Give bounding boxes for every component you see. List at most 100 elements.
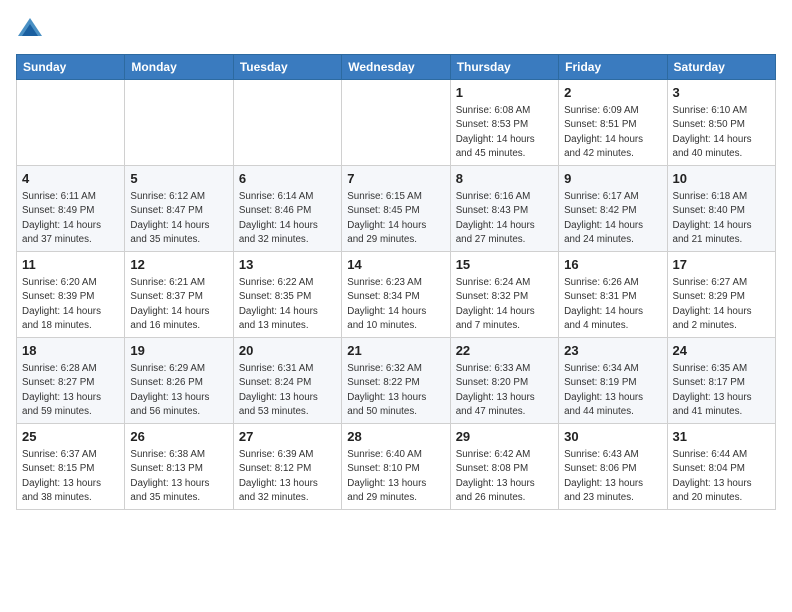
day-number: 10	[673, 170, 770, 188]
day-number: 5	[130, 170, 227, 188]
day-number: 20	[239, 342, 336, 360]
day-number: 6	[239, 170, 336, 188]
logo	[16, 16, 48, 44]
day-info: Sunrise: 6:14 AM Sunset: 8:46 PM Dayligh…	[239, 190, 336, 247]
day-info: Sunrise: 6:29 AM Sunset: 8:26 PM Dayligh…	[130, 362, 227, 419]
calendar-cell: 29Sunrise: 6:42 AM Sunset: 8:08 PM Dayli…	[450, 424, 558, 510]
day-number: 9	[564, 170, 661, 188]
week-row-4: 25Sunrise: 6:37 AM Sunset: 8:15 PM Dayli…	[17, 424, 776, 510]
weekday-header-saturday: Saturday	[667, 55, 775, 80]
day-number: 28	[347, 428, 444, 446]
day-number: 8	[456, 170, 553, 188]
week-row-3: 18 Sunrise: 6:28 AM Sunset: 8:27 PM Dayli…	[17, 338, 776, 424]
logo-icon	[16, 16, 44, 44]
day-number: 2	[564, 84, 661, 102]
calendar-cell: 5 Sunrise: 6:12 AM Sunset: 8:47 PM Daylig…	[125, 166, 233, 252]
day-number: 14	[347, 256, 444, 274]
day-number: 18	[22, 342, 119, 360]
day-info: Sunrise: 6:40 AM Sunset: 8:10 PM Dayligh…	[347, 448, 444, 505]
day-info: Sunrise: 6:39 AM Sunset: 8:12 PM Dayligh…	[239, 448, 336, 505]
day-number: 17	[673, 256, 770, 274]
day-number: 4	[22, 170, 119, 188]
day-number: 19	[130, 342, 227, 360]
weekday-header-thursday: Thursday	[450, 55, 558, 80]
day-info: Sunrise: 6:10 AM Sunset: 8:50 PM Dayligh…	[673, 104, 770, 161]
day-info: Sunrise: 6:28 AM Sunset: 8:27 PM Dayligh…	[22, 362, 119, 419]
day-number: 1	[456, 84, 553, 102]
weekday-header-friday: Friday	[559, 55, 667, 80]
calendar-cell: 9 Sunrise: 6:17 AM Sunset: 8:42 PM Daylig…	[559, 166, 667, 252]
day-info: Sunrise: 6:44 AM Sunset: 8:04 PM Dayligh…	[673, 448, 770, 505]
day-info: Sunrise: 6:16 AM Sunset: 8:43 PM Dayligh…	[456, 190, 553, 247]
calendar-cell: 17 Sunrise: 6:27 AM Sunset: 8:29 PM Dayli…	[667, 252, 775, 338]
calendar-cell: 12 Sunrise: 6:21 AM Sunset: 8:37 PM Dayli…	[125, 252, 233, 338]
weekday-header-monday: Monday	[125, 55, 233, 80]
calendar-cell: 26Sunrise: 6:38 AM Sunset: 8:13 PM Dayli…	[125, 424, 233, 510]
calendar-cell	[17, 80, 125, 166]
day-info: Sunrise: 6:18 AM Sunset: 8:40 PM Dayligh…	[673, 190, 770, 247]
day-number: 7	[347, 170, 444, 188]
day-info: Sunrise: 6:24 AM Sunset: 8:32 PM Dayligh…	[456, 276, 553, 333]
week-row-2: 11 Sunrise: 6:20 AM Sunset: 8:39 PM Dayli…	[17, 252, 776, 338]
day-info: Sunrise: 6:20 AM Sunset: 8:39 PM Dayligh…	[22, 276, 119, 333]
day-number: 3	[673, 84, 770, 102]
day-number: 21	[347, 342, 444, 360]
day-number: 11	[22, 256, 119, 274]
day-info: Sunrise: 6:12 AM Sunset: 8:47 PM Dayligh…	[130, 190, 227, 247]
page: SundayMondayTuesdayWednesdayThursdayFrid…	[0, 0, 792, 612]
calendar-cell: 1 Sunrise: 6:08 AM Sunset: 8:53 PM Daylig…	[450, 80, 558, 166]
calendar-cell: 13Sunrise: 6:22 AM Sunset: 8:35 PM Dayli…	[233, 252, 341, 338]
calendar-cell: 21 Sunrise: 6:32 AM Sunset: 8:22 PM Dayli…	[342, 338, 450, 424]
day-number: 22	[456, 342, 553, 360]
weekday-header-tuesday: Tuesday	[233, 55, 341, 80]
day-number: 27	[239, 428, 336, 446]
calendar-cell: 24Sunrise: 6:35 AM Sunset: 8:17 PM Dayli…	[667, 338, 775, 424]
calendar-cell: 25Sunrise: 6:37 AM Sunset: 8:15 PM Dayli…	[17, 424, 125, 510]
day-number: 23	[564, 342, 661, 360]
weekday-header-sunday: Sunday	[17, 55, 125, 80]
calendar-cell: 19 Sunrise: 6:29 AM Sunset: 8:26 PM Dayli…	[125, 338, 233, 424]
header	[16, 16, 776, 44]
calendar-cell: 23 Sunrise: 6:34 AM Sunset: 8:19 PM Dayli…	[559, 338, 667, 424]
calendar-cell: 10 Sunrise: 6:18 AM Sunset: 8:40 PM Dayli…	[667, 166, 775, 252]
day-info: Sunrise: 6:08 AM Sunset: 8:53 PM Dayligh…	[456, 104, 553, 161]
weekday-header-wednesday: Wednesday	[342, 55, 450, 80]
day-number: 26	[130, 428, 227, 446]
calendar-cell: 16 Sunrise: 6:26 AM Sunset: 8:31 PM Dayli…	[559, 252, 667, 338]
day-number: 15	[456, 256, 553, 274]
calendar-cell: 30Sunrise: 6:43 AM Sunset: 8:06 PM Dayli…	[559, 424, 667, 510]
day-info: Sunrise: 6:32 AM Sunset: 8:22 PM Dayligh…	[347, 362, 444, 419]
calendar-cell: 7 Sunrise: 6:15 AM Sunset: 8:45 PM Daylig…	[342, 166, 450, 252]
day-info: Sunrise: 6:15 AM Sunset: 8:45 PM Dayligh…	[347, 190, 444, 247]
calendar-cell: 28 Sunrise: 6:40 AM Sunset: 8:10 PM Dayli…	[342, 424, 450, 510]
day-number: 12	[130, 256, 227, 274]
day-number: 30	[564, 428, 661, 446]
day-number: 16	[564, 256, 661, 274]
calendar-cell: 22 Sunrise: 6:33 AM Sunset: 8:20 PM Dayli…	[450, 338, 558, 424]
day-info: Sunrise: 6:09 AM Sunset: 8:51 PM Dayligh…	[564, 104, 661, 161]
calendar-cell: 31Sunrise: 6:44 AM Sunset: 8:04 PM Dayli…	[667, 424, 775, 510]
calendar: SundayMondayTuesdayWednesdayThursdayFrid…	[16, 54, 776, 510]
calendar-cell: 11 Sunrise: 6:20 AM Sunset: 8:39 PM Dayli…	[17, 252, 125, 338]
day-info: Sunrise: 6:27 AM Sunset: 8:29 PM Dayligh…	[673, 276, 770, 333]
calendar-cell: 18 Sunrise: 6:28 AM Sunset: 8:27 PM Dayli…	[17, 338, 125, 424]
week-row-0: 1 Sunrise: 6:08 AM Sunset: 8:53 PM Daylig…	[17, 80, 776, 166]
day-info: Sunrise: 6:11 AM Sunset: 8:49 PM Dayligh…	[22, 190, 119, 247]
day-info: Sunrise: 6:17 AM Sunset: 8:42 PM Dayligh…	[564, 190, 661, 247]
calendar-cell	[342, 80, 450, 166]
day-info: Sunrise: 6:34 AM Sunset: 8:19 PM Dayligh…	[564, 362, 661, 419]
calendar-cell: 6 Sunrise: 6:14 AM Sunset: 8:46 PM Daylig…	[233, 166, 341, 252]
day-info: Sunrise: 6:33 AM Sunset: 8:20 PM Dayligh…	[456, 362, 553, 419]
week-row-1: 4 Sunrise: 6:11 AM Sunset: 8:49 PM Daylig…	[17, 166, 776, 252]
calendar-cell: 15 Sunrise: 6:24 AM Sunset: 8:32 PM Dayli…	[450, 252, 558, 338]
calendar-cell	[125, 80, 233, 166]
calendar-cell: 4 Sunrise: 6:11 AM Sunset: 8:49 PM Daylig…	[17, 166, 125, 252]
calendar-cell: 3 Sunrise: 6:10 AM Sunset: 8:50 PM Daylig…	[667, 80, 775, 166]
day-info: Sunrise: 6:22 AM Sunset: 8:35 PM Dayligh…	[239, 276, 336, 333]
calendar-cell: 2 Sunrise: 6:09 AM Sunset: 8:51 PM Daylig…	[559, 80, 667, 166]
day-info: Sunrise: 6:26 AM Sunset: 8:31 PM Dayligh…	[564, 276, 661, 333]
calendar-cell: 8 Sunrise: 6:16 AM Sunset: 8:43 PM Daylig…	[450, 166, 558, 252]
day-number: 25	[22, 428, 119, 446]
day-info: Sunrise: 6:21 AM Sunset: 8:37 PM Dayligh…	[130, 276, 227, 333]
calendar-cell: 20Sunrise: 6:31 AM Sunset: 8:24 PM Dayli…	[233, 338, 341, 424]
